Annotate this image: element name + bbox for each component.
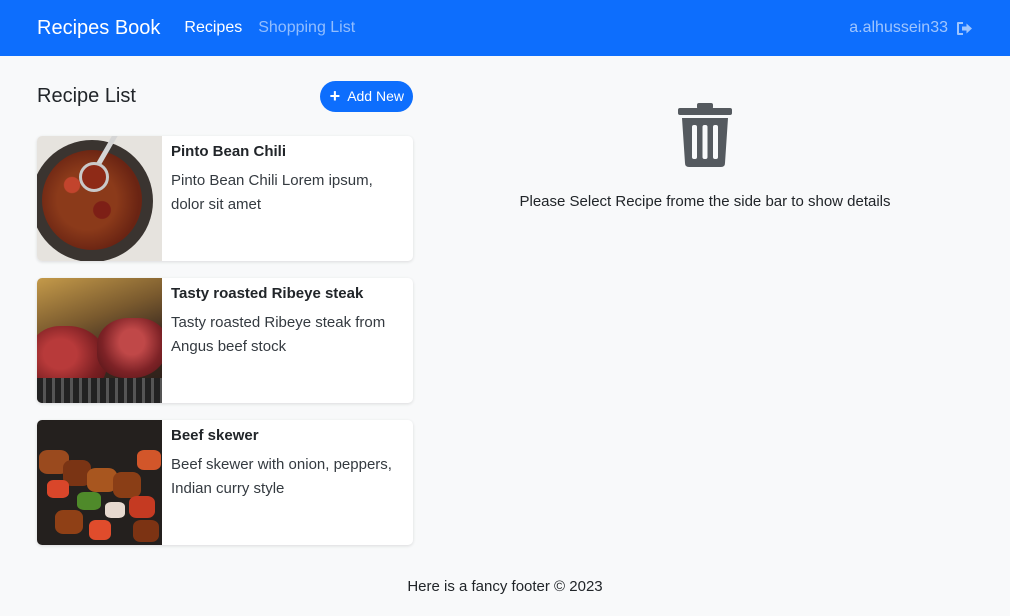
sign-out-icon[interactable] — [956, 21, 973, 36]
trash-icon — [678, 103, 732, 167]
recipe-description: Beef skewer with onion, peppers, Indian … — [171, 456, 392, 497]
recipe-card[interactable]: Pinto Bean Chili Pinto Bean Chili Lorem … — [37, 136, 413, 261]
recipe-name: Beef skewer — [171, 427, 259, 444]
beef-skewer-image — [37, 420, 162, 545]
username[interactable]: a.alhussein33 — [849, 19, 948, 37]
sidebar-header: Recipe List + Add New — [37, 80, 413, 112]
ribeye-steak-image — [37, 278, 162, 403]
page-footer: Here is a fancy footer © 2023 — [407, 578, 603, 595]
user-menu: a.alhussein33 — [849, 19, 973, 37]
add-new-label: Add New — [347, 88, 404, 104]
nav-link-recipes[interactable]: Recipes — [184, 19, 242, 37]
add-new-button[interactable]: + Add New — [319, 80, 413, 112]
recipe-description: Tasty roasted Ribeye steak from Angus be… — [171, 314, 386, 355]
brand-title[interactable]: Recipes Book — [37, 17, 160, 40]
recipe-name: Pinto Bean Chili — [171, 143, 287, 160]
nav-link-shopping-list[interactable]: Shopping List — [258, 19, 355, 37]
select-recipe-message: Please Select Recipe frome the side bar … — [519, 193, 891, 210]
plus-icon: + — [329, 86, 341, 106]
recipe-card[interactable]: Tasty roasted Ribeye steak Tasty roasted… — [37, 278, 413, 403]
recipe-sidebar: Recipe List + Add New Pinto Bean Chili P… — [37, 80, 413, 562]
recipe-list-title: Recipe List — [37, 84, 136, 107]
chili-pot-image — [37, 136, 162, 261]
recipe-name: Tasty roasted Ribeye steak — [171, 285, 364, 302]
recipe-description: Pinto Bean Chili Lorem ipsum, dolor sit … — [171, 172, 373, 213]
top-navbar: Recipes Book Recipes Shopping List a.alh… — [0, 0, 1010, 56]
recipe-card[interactable]: Beef skewer Beef skewer with onion, pepp… — [37, 420, 413, 545]
recipe-detail-placeholder: Please Select Recipe frome the side bar … — [413, 103, 997, 210]
